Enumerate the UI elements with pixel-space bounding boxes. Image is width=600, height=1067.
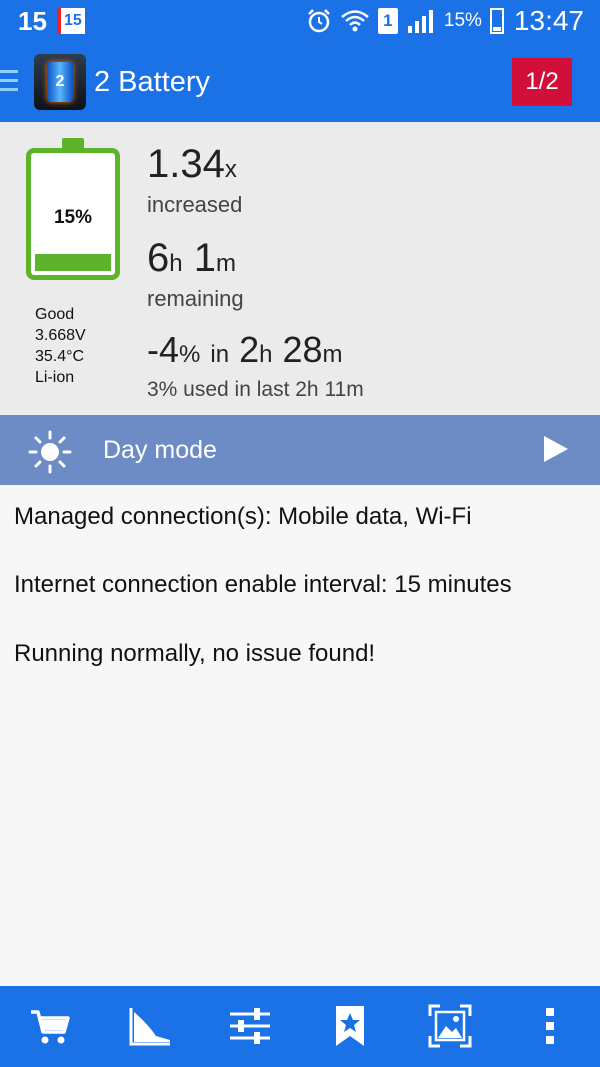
sun-icon bbox=[28, 430, 72, 474]
status-bar: 15 15 1 15% 13:47 bbox=[0, 0, 600, 42]
remain-hours: 6 bbox=[147, 236, 170, 280]
app-logo[interactable]: 2 bbox=[34, 54, 86, 110]
status-time: 13:47 bbox=[513, 5, 584, 36]
status-battery-percent: 15% bbox=[443, 10, 482, 31]
battery-voltage: 3.668V bbox=[35, 327, 86, 344]
stat-remaining: 6h 1m remaining bbox=[147, 236, 244, 312]
screen: 15 15 1 15% 13:47 2 2 Battery 1/2 15% Go… bbox=[0, 0, 600, 1067]
battery-gauge[interactable]: 15% bbox=[26, 148, 120, 280]
remain-minutes: 1 bbox=[193, 236, 216, 280]
increase-value: 1.34 bbox=[147, 142, 225, 186]
enable-interval-text: Internet connection enable interval: 15 … bbox=[14, 571, 512, 598]
status-message-text: Running normally, no issue found! bbox=[14, 640, 376, 667]
battery-percent-label: 15% bbox=[53, 207, 93, 228]
alarm-icon bbox=[308, 9, 330, 33]
stat-drain: -4% in 2h 28m 3% used in last 2h 11m bbox=[147, 328, 364, 403]
managed-connections-text: Managed connection(s): Mobile data, Wi-F… bbox=[14, 503, 472, 530]
drawer-menu-icon[interactable] bbox=[0, 70, 18, 94]
cart-icon[interactable] bbox=[28, 1004, 72, 1048]
sliders-icon[interactable] bbox=[228, 1004, 272, 1048]
battery-icon bbox=[489, 8, 504, 34]
page-indicator-button[interactable]: 1/2 bbox=[512, 58, 572, 106]
battery-type: Li-ion bbox=[35, 369, 75, 386]
signal-icon bbox=[407, 10, 433, 33]
battery-temperature: 35.4°C bbox=[35, 348, 85, 365]
increase-label: increased bbox=[147, 192, 243, 217]
mode-label: Day mode bbox=[103, 436, 217, 464]
drain-hours: 2 bbox=[239, 329, 260, 370]
play-icon[interactable] bbox=[544, 436, 568, 462]
bookmark-icon[interactable] bbox=[328, 1004, 372, 1048]
app-title: 2 Battery bbox=[94, 66, 211, 98]
drain-value: -4 bbox=[147, 329, 180, 370]
drain-unit: % bbox=[179, 341, 201, 368]
screenshot-icon[interactable] bbox=[428, 1004, 472, 1048]
remain-minutes-unit: m bbox=[215, 250, 236, 277]
app-bar: 2 2 Battery 1/2 bbox=[0, 42, 600, 122]
battery-details: Good 3.668V 35.4°C Li-ion bbox=[35, 304, 86, 388]
chart-icon[interactable] bbox=[128, 1004, 172, 1048]
wifi-icon bbox=[341, 10, 369, 32]
app-logo-label: 2 bbox=[47, 62, 73, 102]
battery-health: Good bbox=[35, 306, 75, 323]
bottom-toolbar bbox=[0, 986, 600, 1067]
mode-bar[interactable]: Day mode bbox=[0, 415, 600, 485]
increase-unit: x bbox=[224, 156, 237, 183]
stat-increase: 1.34x increased bbox=[147, 142, 242, 218]
drain-hours-unit: h bbox=[259, 341, 273, 368]
battery-summary-panel: 15% Good 3.668V 35.4°C Li-ion 1.34x incr… bbox=[0, 122, 600, 415]
drain-in: in bbox=[210, 341, 230, 368]
overflow-menu-icon[interactable] bbox=[528, 1004, 572, 1048]
drain-minutes-unit: m bbox=[322, 341, 343, 368]
sim-icon: 1 bbox=[377, 8, 398, 34]
calendar-icon: 15 bbox=[56, 8, 85, 34]
drain-minutes: 28 bbox=[282, 329, 323, 370]
remain-label: remaining bbox=[147, 286, 244, 311]
status-number: 15 bbox=[18, 6, 47, 36]
battery-level-fill bbox=[35, 254, 111, 271]
used-label: 3% used in last 2h 11m bbox=[147, 378, 364, 401]
remain-hours-unit: h bbox=[169, 250, 183, 277]
